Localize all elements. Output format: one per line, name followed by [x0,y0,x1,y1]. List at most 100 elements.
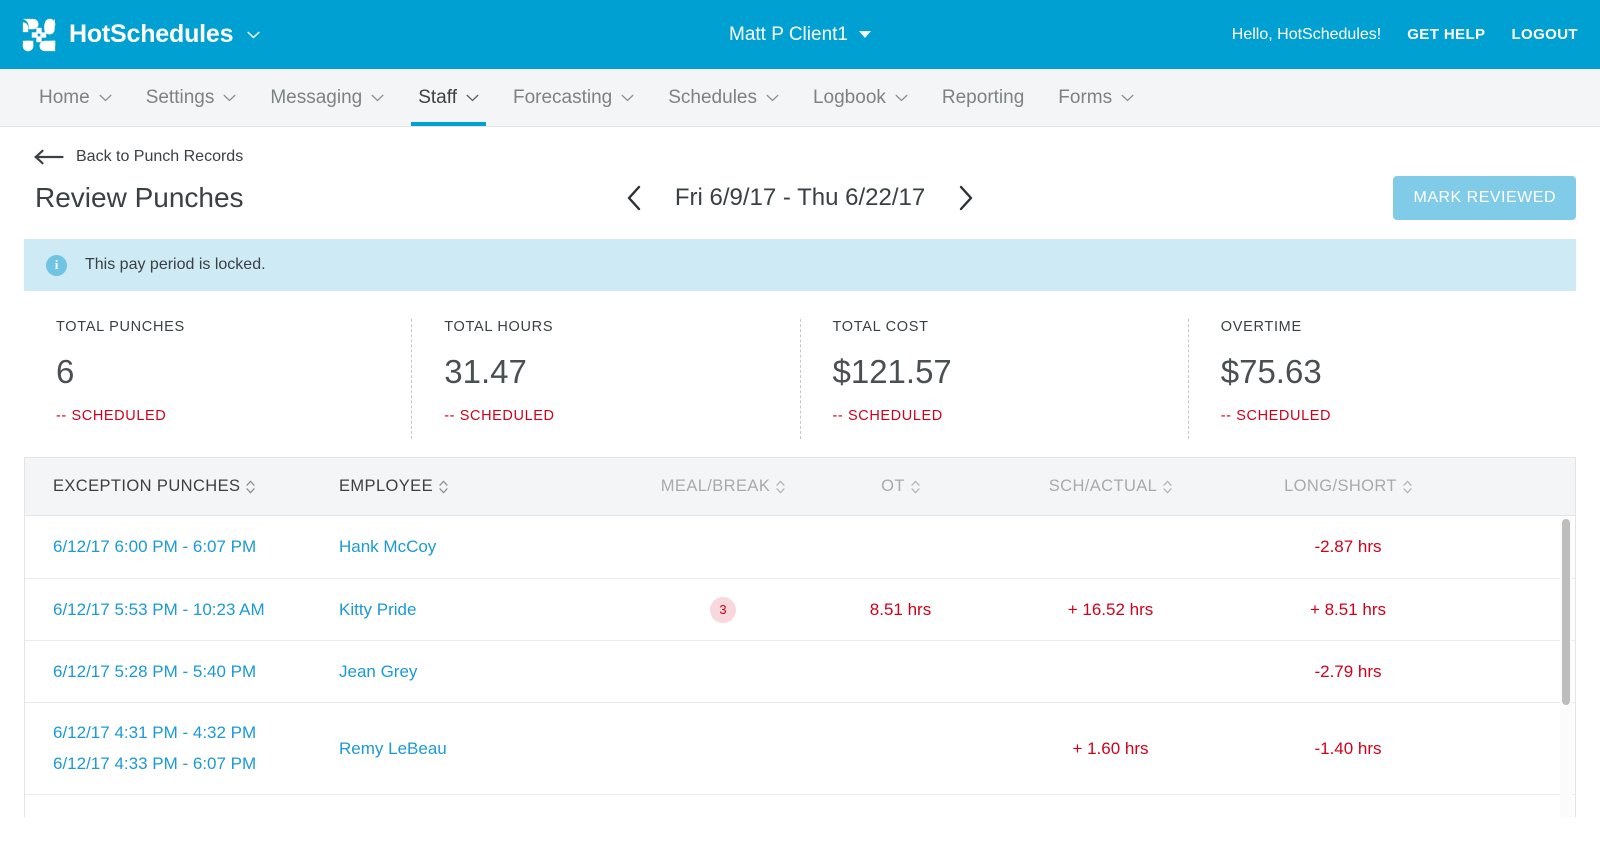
chevron-left-icon [626,185,642,211]
cell-employee: Remy LeBeau [339,739,633,759]
table-header-row: EXCEPTION PUNCHES EMPLOYEE [25,458,1575,516]
mark-reviewed-button[interactable]: MARK REVIEWED [1393,176,1576,220]
hotschedules-logo-icon [20,16,58,54]
nav-item-label: Messaging [270,87,362,109]
stat-value: $121.57 [833,353,1188,391]
ot-value: 8.51 hrs [870,600,931,620]
punch-time-link[interactable]: 6/12/17 6:00 PM - 6:07 PM [53,537,339,557]
chevron-down-icon [371,94,384,102]
chevron-down-icon [895,94,908,102]
table-scrollbar[interactable] [1560,517,1572,817]
banner-message: This pay period is locked. [85,256,266,274]
sort-caret-icon [439,479,448,495]
column-header-label: EMPLOYEE [339,477,433,496]
punch-time-link[interactable]: 6/12/17 5:28 PM - 5:40 PM [53,662,339,682]
nav-item-schedules[interactable]: Schedules [651,69,796,126]
cell-exception-punches: 6/12/17 5:28 PM - 5:40 PM [25,662,339,682]
nav-item-label: Settings [146,87,215,109]
cell-employee: Hank McCoy [339,537,633,557]
summary-stats: TOTAL PUNCHES 6 -- SCHEDULED TOTAL HOURS… [24,291,1576,439]
stat-label: TOTAL COST [833,319,1188,335]
info-icon: i [46,255,67,276]
nav-item-forecasting[interactable]: Forecasting [496,69,651,126]
table-row[interactable]: 6/12/17 4:31 PM - 4:32 PM 6/12/17 4:33 P… [25,703,1575,795]
column-header-employee[interactable]: EMPLOYEE [339,477,633,496]
punch-time-link[interactable]: 6/12/17 5:53 PM - 10:23 AM [53,600,339,620]
next-period-button[interactable] [953,183,979,213]
sch-actual-value: + 1.60 hrs [1072,739,1148,759]
locked-period-banner: i This pay period is locked. [24,239,1576,291]
column-header-ot[interactable]: OT [813,477,988,496]
employee-link[interactable]: Hank McCoy [339,537,436,556]
cell-long-short: -2.79 hrs [1233,662,1463,682]
topbar-right-group: Hello, HotSchedules! GET HELP LOGOUT [1232,26,1578,44]
date-range-navigator: Fri 6/9/17 - Thu 6/22/17 [24,183,1576,213]
column-header-exception-punches[interactable]: EXCEPTION PUNCHES [25,477,339,496]
brand-home-link[interactable]: HotSchedules [20,16,260,54]
scrollbar-thumb[interactable] [1562,519,1570,705]
nav-item-messaging[interactable]: Messaging [253,69,401,126]
column-header-label: LONG/SHORT [1284,477,1397,496]
previous-period-button[interactable] [621,183,647,213]
stat-value: $75.63 [1221,353,1576,391]
table-row[interactable]: 6/12/17 6:00 PM - 6:07 PM Hank McCoy -2.… [25,516,1575,579]
nav-item-label: Reporting [942,87,1024,109]
main-navigation: Home Settings Messaging Staff Forecastin… [0,69,1600,127]
stat-label: OVERTIME [1221,319,1576,335]
cell-sch-actual: + 1.60 hrs [988,739,1233,759]
sort-caret-icon [1403,479,1412,495]
stat-label: TOTAL PUNCHES [56,319,411,335]
arrow-left-icon [34,149,64,165]
get-help-link[interactable]: GET HELP [1407,26,1485,43]
caret-down-icon [859,31,871,38]
chevron-down-icon [766,94,779,102]
nav-item-forms[interactable]: Forms [1041,69,1151,126]
date-range-label: Fri 6/9/17 - Thu 6/22/17 [675,184,925,212]
stat-scheduled: -- SCHEDULED [56,408,411,424]
nav-item-settings[interactable]: Settings [129,69,254,126]
stat-value: 31.47 [444,353,799,391]
column-header-long-short[interactable]: LONG/SHORT [1233,477,1463,496]
employee-link[interactable]: Kitty Pride [339,600,416,619]
punch-time-link[interactable]: 6/12/17 4:31 PM - 4:32 PM [53,723,339,743]
stat-total-cost: TOTAL COST $121.57 -- SCHEDULED [800,319,1188,439]
back-link-label: Back to Punch Records [76,148,243,166]
page-title: Review Punches [24,182,244,214]
chevron-down-icon [223,94,236,102]
chevron-down-icon [1121,94,1134,102]
employee-link[interactable]: Remy LeBeau [339,739,447,758]
column-header-sch-actual[interactable]: SCH/ACTUAL [988,477,1233,496]
nav-item-logbook[interactable]: Logbook [796,69,925,126]
chevron-down-icon[interactable] [247,31,260,39]
client-selector[interactable]: Matt P Client1 [729,24,871,46]
stat-total-hours: TOTAL HOURS 31.47 -- SCHEDULED [411,319,799,439]
column-header-label: EXCEPTION PUNCHES [53,477,240,496]
sort-caret-icon [911,479,920,495]
page-title-row: Review Punches Fri 6/9/17 - Thu 6/22/17 … [24,169,1576,227]
logout-link[interactable]: LOGOUT [1511,26,1578,43]
nav-item-home[interactable]: Home [22,69,129,126]
top-brand-bar: HotSchedules Matt P Client1 Hello, HotSc… [0,0,1600,69]
cell-meal-break: 3 [633,597,813,623]
column-header-meal-break[interactable]: MEAL/BREAK [633,477,813,496]
cell-long-short: -1.40 hrs [1233,739,1463,759]
sort-caret-icon [776,479,785,495]
stat-value: 6 [56,353,411,391]
meal-break-badge[interactable]: 3 [710,597,736,623]
cell-ot: 8.51 hrs [813,600,988,620]
employee-link[interactable]: Jean Grey [339,662,417,681]
column-header-label: MEAL/BREAK [661,477,770,496]
table-row[interactable]: 6/12/17 5:28 PM - 5:40 PM Jean Grey -2.7… [25,641,1575,703]
brand-name: HotSchedules [69,20,233,49]
chevron-down-icon [466,94,479,102]
nav-item-reporting[interactable]: Reporting [925,69,1041,126]
back-to-punch-records-link[interactable]: Back to Punch Records [24,127,243,166]
stat-scheduled: -- SCHEDULED [833,408,1188,424]
cell-exception-punches: 6/12/17 4:31 PM - 4:32 PM 6/12/17 4:33 P… [25,723,339,774]
nav-item-staff[interactable]: Staff [401,69,496,126]
chevron-down-icon [621,94,634,102]
punch-time-link[interactable]: 6/12/17 4:33 PM - 6:07 PM [53,754,339,774]
nav-item-label: Forecasting [513,87,612,109]
nav-item-label: Schedules [668,87,757,109]
table-row[interactable]: 6/12/17 5:53 PM - 10:23 AM Kitty Pride 3… [25,579,1575,641]
